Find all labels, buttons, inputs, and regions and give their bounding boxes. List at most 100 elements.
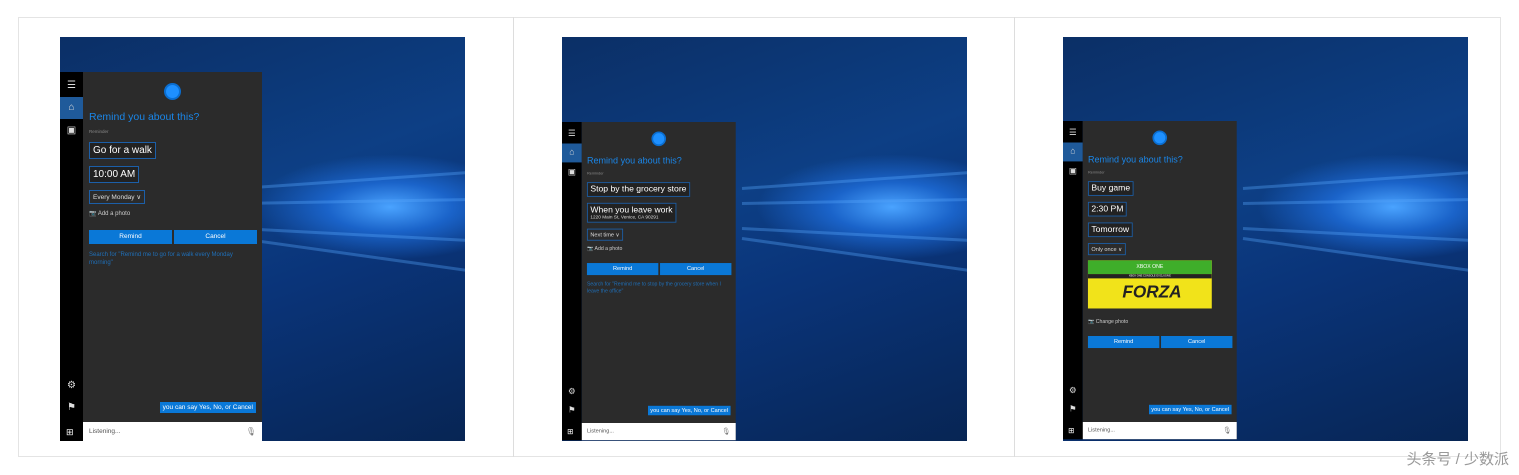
home-icon[interactable]: ⌂	[562, 143, 582, 163]
divider	[1014, 17, 1015, 457]
search-suggestion-link[interactable]: Search for "Remind me to go for a walk e…	[89, 251, 257, 267]
field-text: When you leave work	[590, 205, 673, 215]
listening-text: Listening...	[89, 428, 121, 435]
cortana-window: ☰ ⌂ ▣ ⚙ ⚑ Remind you about this? Reminder Stop …	[562, 122, 736, 441]
reminder-subtitle: Reminder	[1087, 170, 1105, 175]
voice-hint-tooltip: you can say Yes, No, or Cancel	[1148, 404, 1232, 415]
photo-brand: XBOX ONE	[1087, 260, 1212, 275]
microphone-icon[interactable]: 🎙	[246, 427, 256, 436]
reminder-title: Remind you about this?	[89, 111, 200, 123]
light-beam	[741, 196, 967, 205]
chevron-down-icon: ∨	[613, 232, 620, 239]
add-photo-button[interactable]: 📷 Add a photo	[89, 210, 130, 217]
photo-banner: XBOX ONE CONSOLE EXCLUSIVE	[1087, 274, 1212, 279]
cortana-pane: Remind you about this? Reminder Buy game 2:…	[1082, 121, 1237, 422]
reminder-photo: XBOX ONE XBOX ONE CONSOLE EXCLUSIVE FORZA	[1087, 260, 1212, 309]
camera-icon: 📷	[1087, 319, 1096, 325]
desktop-screenshot: ☰ ⌂ ▣ ⚙ ⚑ Remind you about this? Reminder Buy g…	[1063, 37, 1468, 441]
cancel-button[interactable]: Cancel	[1161, 336, 1233, 349]
add-photo-button[interactable]: 📷 Add a photo	[587, 246, 622, 252]
reminder-subtitle: Reminder	[586, 171, 604, 176]
light-beam	[741, 166, 967, 190]
reminder-title: Remind you about this?	[1087, 154, 1183, 165]
cortana-pane: Remind you about this? Reminder Stop by th…	[581, 122, 736, 423]
home-icon[interactable]: ⌂	[60, 97, 83, 119]
notebook-icon[interactable]: ▣	[562, 163, 582, 182]
reminder-field[interactable]: When you leave work 1220 Main St, Venice,…	[586, 202, 677, 223]
photo-game: FORZA	[1122, 282, 1182, 302]
light-beam	[239, 237, 465, 282]
settings-icon[interactable]: ⚙	[60, 375, 83, 397]
repeat-value: Only once	[1091, 246, 1117, 253]
search-box[interactable]: Listening... 🎙	[1082, 422, 1237, 440]
settings-icon[interactable]: ⚙	[1063, 382, 1083, 401]
microphone-icon[interactable]: 🎙	[722, 427, 731, 435]
field-text: 10:00 AM	[93, 169, 136, 180]
cancel-button[interactable]: Cancel	[174, 230, 257, 244]
microphone-icon[interactable]: 🎙	[1223, 426, 1232, 434]
voice-hint-tooltip: you can say Yes, No, or Cancel	[647, 405, 731, 416]
field-text: 2:30 PM	[1091, 204, 1124, 214]
desktop-screenshot: ☰ ⌂ ▣ ⚙ ⚑ Remind you about this? Reminder Stop …	[562, 37, 967, 441]
light-beam	[741, 237, 967, 282]
search-suggestion-link[interactable]: Search for "Remind me to stop by the gro…	[587, 281, 731, 295]
reminder-field[interactable]: Go for a walk	[89, 142, 156, 159]
watermark: 头条号 / 少数派	[1406, 451, 1509, 468]
chevron-down-icon: ∨	[1116, 246, 1123, 253]
search-box[interactable]: Listening... 🎙	[581, 423, 736, 441]
listening-text: Listening...	[1087, 427, 1115, 434]
windows-start-icon[interactable]: ⊞	[66, 427, 76, 437]
windows-start-icon[interactable]: ⊞	[567, 427, 576, 436]
change-photo-button[interactable]: 📷 Change photo	[1088, 319, 1128, 325]
light-beam	[239, 166, 465, 190]
remind-button[interactable]: Remind	[586, 263, 659, 276]
photo-label: Add a photo	[594, 246, 623, 252]
notebook-icon[interactable]: ▣	[60, 120, 83, 142]
repeat-dropdown[interactable]: Every Monday ∨	[89, 190, 146, 204]
feedback-icon[interactable]: ⚑	[1063, 401, 1083, 420]
cortana-sidebar: ☰ ⌂ ▣ ⚙ ⚑	[562, 122, 582, 441]
reminder-field[interactable]: Buy game	[1087, 181, 1134, 196]
divider	[513, 17, 514, 457]
notebook-icon[interactable]: ▣	[1063, 162, 1083, 181]
reminder-field[interactable]: Stop by the grocery store	[586, 182, 690, 197]
menu-icon[interactable]: ☰	[562, 125, 582, 144]
menu-icon[interactable]: ☰	[1063, 124, 1083, 143]
repeat-value: Every Monday	[93, 194, 135, 201]
field-text: Stop by the grocery store	[590, 184, 687, 195]
cortana-pane: Remind you about this? Reminder Go for a w…	[83, 72, 262, 422]
menu-icon[interactable]: ☰	[60, 75, 83, 97]
feedback-icon[interactable]: ⚑	[562, 402, 582, 421]
photo-label: Add a photo	[97, 211, 131, 217]
chevron-down-icon: ∨	[134, 194, 142, 201]
cortana-window: ☰ ⌂ ▣ ⚙ ⚑ Remind you about this? Reminder Buy g…	[1063, 121, 1237, 440]
field-text: Tomorrow	[1091, 225, 1130, 235]
light-beam	[1242, 196, 1468, 205]
photo-label: Change photo	[1095, 319, 1129, 325]
field-text: Go for a walk	[93, 145, 152, 156]
cancel-button[interactable]: Cancel	[660, 263, 732, 276]
reminder-field[interactable]: Tomorrow	[1087, 222, 1133, 238]
remind-button[interactable]: Remind	[1087, 336, 1160, 349]
reminder-subtitle: Reminder	[89, 129, 109, 134]
camera-icon: 📷	[89, 211, 98, 217]
cortana-sidebar: ☰ ⌂ ▣ ⚙ ⚑	[60, 72, 83, 441]
repeat-value: Next time	[590, 232, 614, 239]
search-box[interactable]: Listening... 🎙	[83, 422, 262, 441]
cortana-window: ☰ ⌂ ▣ ⚙ ⚑ Remind you about this? Reminder Go fo…	[60, 72, 262, 441]
windows-start-icon[interactable]: ⊞	[1068, 426, 1077, 435]
listening-text: Listening...	[586, 428, 614, 435]
light-beam	[1242, 166, 1468, 190]
reminder-field[interactable]: 2:30 PM	[1087, 201, 1127, 217]
cortana-sidebar: ☰ ⌂ ▣ ⚙ ⚑	[1063, 121, 1083, 440]
repeat-dropdown[interactable]: Only once ∨	[1087, 243, 1126, 256]
feedback-icon[interactable]: ⚑	[60, 397, 83, 419]
repeat-dropdown[interactable]: Next time ∨	[586, 228, 624, 241]
home-icon[interactable]: ⌂	[1063, 142, 1083, 162]
camera-icon: 📷	[586, 246, 595, 252]
voice-hint-tooltip: you can say Yes, No, or Cancel	[159, 402, 256, 413]
desktop-screenshot: ☰ ⌂ ▣ ⚙ ⚑ Remind you about this? Reminder Go fo…	[60, 37, 465, 441]
remind-button[interactable]: Remind	[89, 230, 172, 244]
settings-icon[interactable]: ⚙	[562, 383, 582, 402]
reminder-field[interactable]: 10:00 AM	[89, 166, 140, 183]
